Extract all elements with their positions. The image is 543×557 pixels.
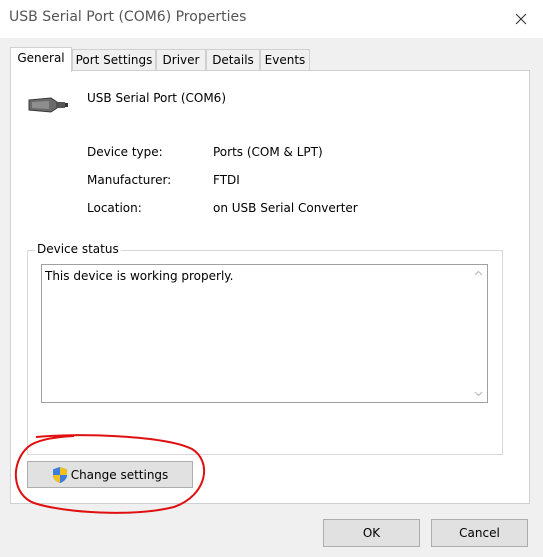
location-label: Location: bbox=[87, 201, 142, 215]
device-status-label: Device status bbox=[35, 242, 121, 256]
tab-label: Driver bbox=[162, 53, 200, 67]
change-settings-button[interactable]: Change settings bbox=[27, 461, 193, 488]
tab-details[interactable]: Details bbox=[206, 49, 260, 70]
close-icon bbox=[515, 13, 527, 25]
change-settings-label: Change settings bbox=[70, 467, 169, 482]
tab-label: Port Settings bbox=[75, 53, 153, 67]
manufacturer-label: Manufacturer: bbox=[87, 173, 172, 187]
tab-label: Events bbox=[264, 53, 306, 67]
tab-port-settings[interactable]: Port Settings bbox=[72, 49, 156, 70]
window-title: USB Serial Port (COM6) Properties bbox=[9, 9, 247, 25]
serial-port-icon bbox=[28, 97, 68, 113]
ok-button[interactable]: OK bbox=[323, 519, 420, 547]
ok-label: OK bbox=[362, 526, 381, 540]
tab-events[interactable]: Events bbox=[260, 49, 310, 70]
device-status-group: Device status This device is working pro… bbox=[27, 242, 503, 455]
device-status-textbox[interactable]: This device is working properly. bbox=[41, 264, 488, 403]
general-panel: USB Serial Port (COM6) Device type: Port… bbox=[10, 70, 530, 504]
device-type-label: Device type: bbox=[87, 145, 163, 159]
title-bar: USB Serial Port (COM6) Properties bbox=[0, 0, 543, 38]
tab-general[interactable]: General bbox=[10, 47, 72, 72]
scroll-down-icon[interactable] bbox=[470, 385, 487, 402]
scroll-up-icon[interactable] bbox=[470, 265, 487, 282]
device-name: USB Serial Port (COM6) bbox=[87, 91, 226, 105]
location-value: on USB Serial Converter bbox=[213, 201, 358, 215]
tab-driver[interactable]: Driver bbox=[156, 49, 206, 70]
tab-label: General bbox=[17, 51, 65, 65]
cancel-label: Cancel bbox=[459, 526, 500, 540]
status-scrollbar[interactable] bbox=[470, 265, 487, 402]
tab-label: Details bbox=[212, 53, 254, 67]
cancel-button[interactable]: Cancel bbox=[431, 519, 528, 547]
uac-shield-icon bbox=[52, 466, 68, 484]
device-type-value: Ports (COM & LPT) bbox=[213, 145, 323, 159]
manufacturer-value: FTDI bbox=[213, 173, 240, 187]
device-status-text: This device is working properly. bbox=[45, 269, 234, 283]
close-button[interactable] bbox=[499, 0, 543, 38]
